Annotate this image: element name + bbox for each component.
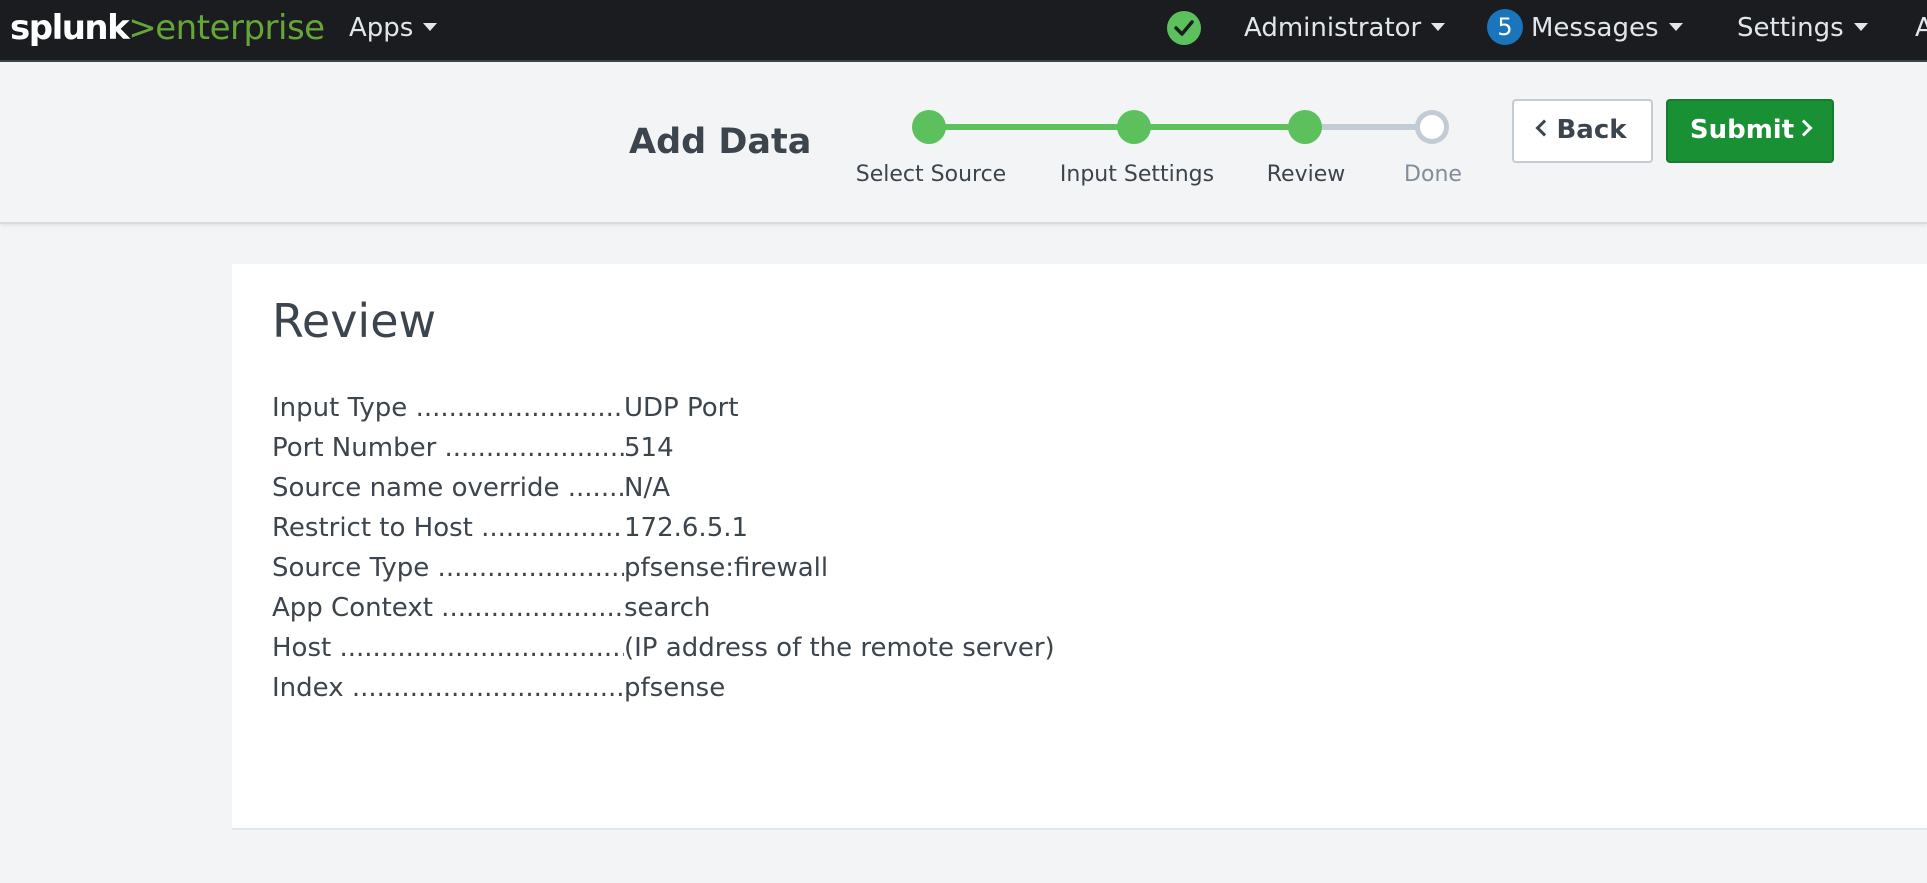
- apps-menu[interactable]: Apps: [349, 0, 438, 60]
- review-row-port-number: Port Number 514: [272, 428, 1055, 468]
- step-label-done: Done: [1404, 162, 1462, 187]
- review-row-label: Restrict to Host: [272, 508, 624, 548]
- messages-menu[interactable]: 5 Messages: [1487, 0, 1683, 60]
- review-row-restrict-to-host: Restrict to Host 172.6.5.1: [272, 508, 1055, 548]
- review-row-value: pfsense: [624, 673, 726, 703]
- chevron-down-icon: [1853, 22, 1868, 31]
- review-row-label: Source name override: [272, 468, 624, 508]
- review-title: Review: [272, 294, 437, 348]
- review-list: Input Type UDP Port Port Number 514 Sour…: [272, 388, 1055, 708]
- review-row-source-name-override: Source name override N/A: [272, 468, 1055, 508]
- review-row-label: Source Type: [272, 548, 624, 588]
- back-button[interactable]: Back: [1512, 99, 1653, 163]
- review-row-index: Index pfsense: [272, 668, 1055, 708]
- user-menu[interactable]: Administrator: [1244, 0, 1446, 60]
- step-label-select-source: Select Source: [855, 162, 1007, 187]
- add-data-header: Add Data Select Source Input Settings Re…: [0, 62, 1927, 224]
- review-row-label: Index: [272, 668, 624, 708]
- review-row-host: Host (IP address of the remote server): [272, 628, 1055, 668]
- review-row-value: N/A: [624, 473, 670, 503]
- review-row-app-context: App Context search: [272, 588, 1055, 628]
- activity-menu-label: A: [1915, 13, 1927, 43]
- step-dot-done: [1415, 110, 1449, 144]
- review-row-label: Port Number: [272, 428, 624, 468]
- review-row-label: Input Type: [272, 388, 624, 428]
- health-status-icon[interactable]: [1167, 11, 1201, 45]
- review-panel: Review Input Type UDP Port Port Number 5…: [232, 264, 1927, 830]
- chevron-down-icon: [423, 22, 438, 31]
- step-connector: [1305, 124, 1432, 130]
- user-menu-label: Administrator: [1244, 13, 1422, 43]
- chevron-left-icon: [1535, 119, 1553, 136]
- step-connector: [1134, 124, 1305, 130]
- chevron-down-icon: [1668, 22, 1683, 31]
- top-navigation-bar: splunk>enterprise Apps Administrator 5 Me…: [0, 0, 1927, 62]
- settings-menu[interactable]: Settings: [1737, 0, 1868, 60]
- apps-menu-label: Apps: [349, 13, 414, 43]
- splunk-logo[interactable]: splunk>enterprise: [10, 8, 325, 48]
- review-row-label: Host: [272, 628, 624, 668]
- review-row-value: 172.6.5.1: [624, 513, 749, 543]
- review-row-input-type: Input Type UDP Port: [272, 388, 1055, 428]
- settings-menu-label: Settings: [1737, 13, 1844, 43]
- logo-gt: >: [128, 8, 157, 48]
- review-row-value: UDP Port: [624, 393, 739, 423]
- check-icon: [1174, 20, 1194, 36]
- review-row-label: App Context: [272, 588, 624, 628]
- step-dot-review: [1288, 110, 1322, 144]
- step-dot-select-source: [912, 110, 946, 144]
- review-row-value: (IP address of the remote server): [624, 633, 1055, 663]
- review-row-value: 514: [624, 433, 674, 463]
- logo-product: enterprise: [155, 8, 325, 48]
- review-row-source-type: Source Type pfsense:firewall: [272, 548, 1055, 588]
- step-dot-input-settings: [1117, 110, 1151, 144]
- messages-menu-label: Messages: [1531, 13, 1659, 43]
- activity-menu[interactable]: A: [1915, 0, 1927, 60]
- step-connector: [929, 124, 1134, 130]
- page-title: Add Data: [629, 122, 812, 162]
- chevron-right-icon: [1795, 119, 1813, 136]
- submit-button-label: Submit: [1689, 115, 1795, 145]
- review-row-value: search: [624, 593, 711, 623]
- submit-button[interactable]: Submit: [1666, 99, 1834, 163]
- logo-main: splunk: [10, 8, 130, 48]
- back-button-label: Back: [1556, 115, 1627, 145]
- review-row-value: pfsense:firewall: [624, 553, 829, 583]
- chevron-down-icon: [1431, 22, 1446, 31]
- messages-count-badge: 5: [1487, 8, 1523, 45]
